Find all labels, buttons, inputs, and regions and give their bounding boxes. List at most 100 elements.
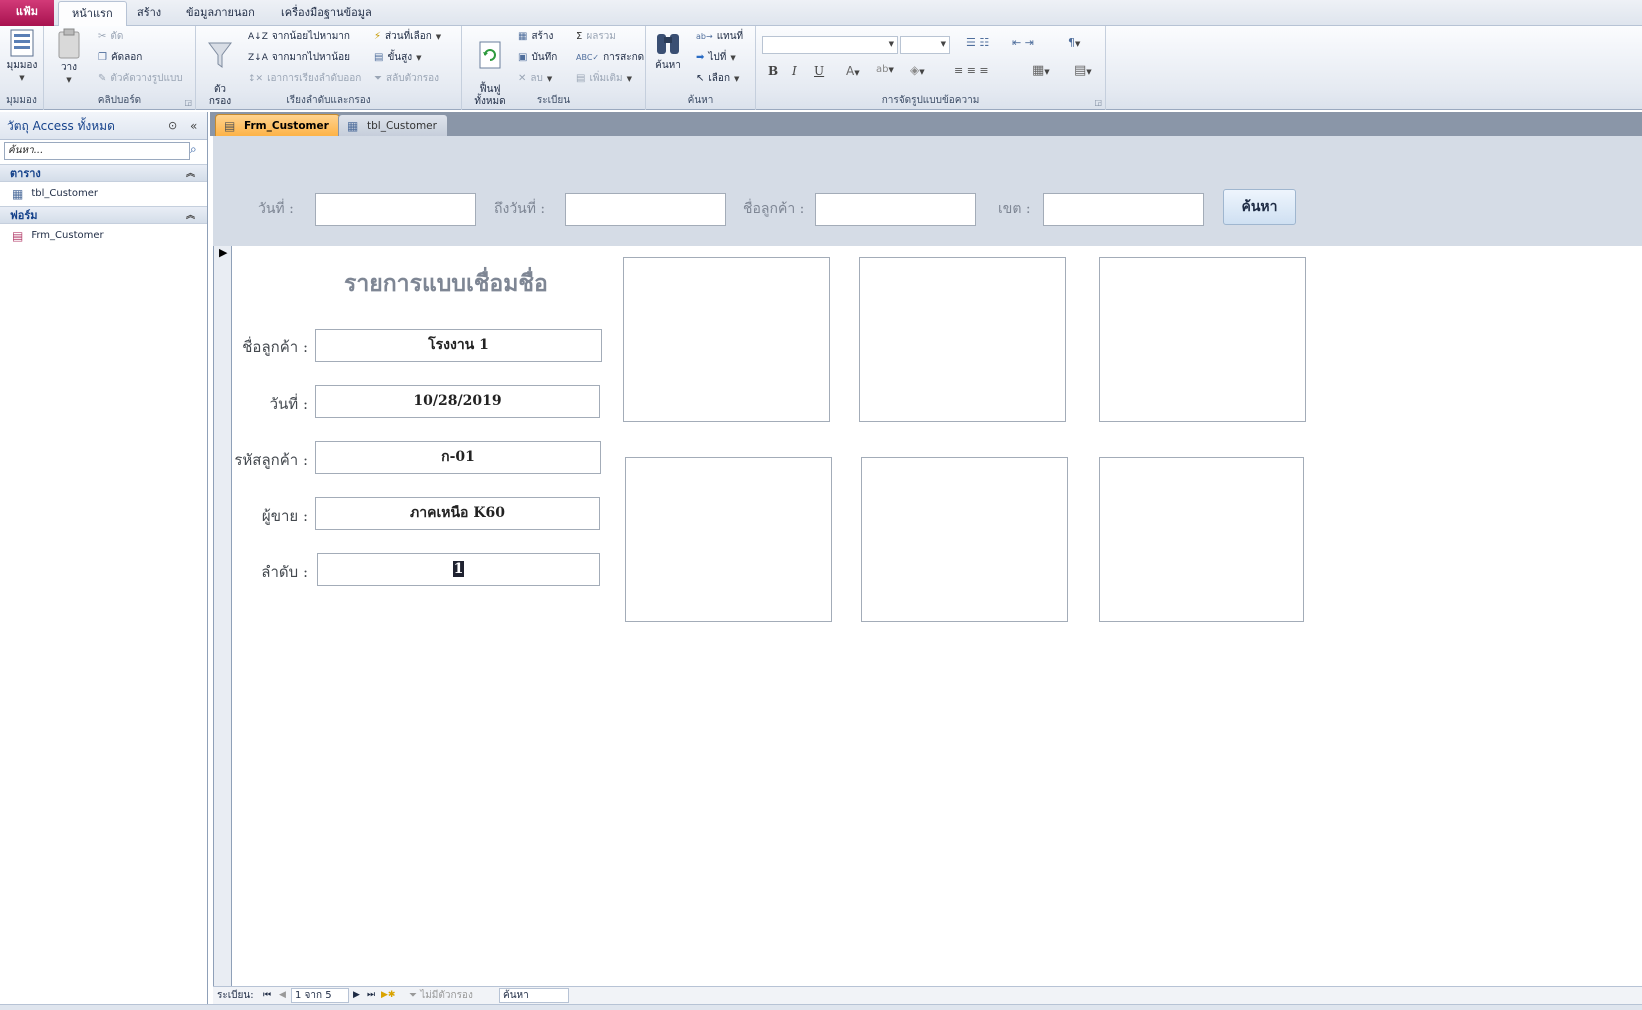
goto-button[interactable]: ➡ ไปที่ ▼ — [696, 48, 736, 68]
totals-button[interactable]: Σ ผลรวม — [576, 27, 616, 47]
collapse-pane-icon[interactable]: « — [190, 112, 197, 140]
no-filter-button[interactable]: ⏷ ไม่มีตัวกรอง — [409, 987, 473, 1004]
sort-ascending-icon: A↓Z — [248, 32, 268, 42]
scissors-icon: ✂ — [98, 31, 107, 42]
italic-button[interactable]: I — [792, 64, 797, 78]
last-record-icon[interactable]: ⏭ — [367, 987, 375, 1004]
delete-record-button[interactable]: ✕ ลบ ▼ — [518, 69, 552, 89]
text-formatting-launcher-icon[interactable]: ◲ — [1094, 98, 1102, 107]
selection-label: ส่วนที่เลือก — [385, 31, 432, 42]
tab-create[interactable]: สร้าง — [124, 1, 174, 26]
clipboard-launcher-icon[interactable]: ◲ — [184, 98, 192, 107]
nav-group-tables[interactable]: ตาราง ︽ — [0, 164, 207, 182]
previous-record-icon[interactable]: ◀ — [279, 987, 286, 1004]
sequence-field[interactable]: 1 — [317, 553, 600, 586]
delete-record-label: ลบ — [530, 73, 543, 84]
doc-tab-tbl-customer[interactable]: ▦ tbl_Customer — [338, 114, 448, 136]
highlight-icon[interactable]: ab▼ — [876, 64, 894, 75]
header-date-input[interactable] — [315, 193, 476, 226]
nav-group-tables-label: ตาราง — [10, 167, 41, 180]
copy-button[interactable]: ❐ คัดลอก — [98, 48, 142, 68]
nav-group-forms[interactable]: ฟอร์ม ︽ — [0, 206, 207, 224]
bold-button[interactable]: B — [768, 64, 778, 78]
search-button[interactable]: ค้นหา — [1223, 189, 1296, 225]
view-icon — [10, 29, 34, 57]
nav-pane-header[interactable]: วัตถุ Access ทั้งหมด ⊙ « — [0, 112, 207, 140]
nav-search-input[interactable]: ค้นหา... — [4, 142, 190, 160]
group-label-records: ระเบียน — [536, 95, 571, 106]
save-record-button[interactable]: ▣ บันทึก — [518, 48, 557, 68]
spelling-button[interactable]: ABC✓ การสะกด — [576, 48, 644, 68]
tab-external-data[interactable]: ข้อมูลภายนอก — [173, 1, 268, 26]
salesperson-label: ผู้ขาย : — [261, 507, 308, 525]
underline-button[interactable]: U — [814, 64, 824, 78]
customer-code-field[interactable]: ก-01 — [315, 441, 601, 474]
remove-sort-button[interactable]: ↕✕ เอาการเรียงลำดับออก — [248, 69, 361, 89]
alternate-row-color-icon[interactable]: ▤▼ — [1074, 63, 1092, 78]
search-icon[interactable]: ⌕ — [190, 142, 197, 157]
paste-button[interactable]: วาง ▼ — [54, 28, 84, 86]
nav-item-tbl-customer[interactable]: ▦ tbl_Customer — [12, 184, 98, 204]
image-box[interactable] — [1099, 257, 1306, 422]
record-nav-label: ระเบียน: — [217, 990, 254, 1001]
select-button[interactable]: ↖ เลือก ▼ — [696, 69, 739, 89]
find-button[interactable]: ค้นหา — [650, 28, 686, 72]
replace-button[interactable]: ab→ แทนที่ — [696, 27, 743, 47]
totals-label: ผลรวม — [586, 31, 616, 42]
record-position-input[interactable]: 1 จาก 5 — [291, 988, 349, 1003]
view-button[interactable]: มุมมอง ▼ — [2, 28, 42, 84]
toggle-filter-button[interactable]: ⏷ สลับตัวกรอง — [374, 69, 439, 89]
refresh-icon — [479, 41, 501, 69]
doc-tab-frm-customer[interactable]: ▤ Frm_Customer — [215, 114, 340, 136]
sequence-label: ลำดับ : — [261, 563, 308, 581]
selection-button[interactable]: ⚡ ส่วนที่เลือก ▼ — [374, 27, 441, 47]
tab-file[interactable]: แฟ้ม — [0, 0, 54, 26]
header-zone-label: เขต : — [998, 201, 1031, 217]
font-color-icon[interactable]: A▼ — [846, 64, 860, 78]
record-selector-bar[interactable]: ▶ — [213, 246, 232, 986]
image-box[interactable] — [859, 257, 1066, 422]
indent-icon[interactable]: ⇤ ⇥ — [1012, 36, 1034, 49]
font-name-select[interactable]: ▼ — [762, 36, 898, 54]
sort-descending-button[interactable]: Z↓A จากมากไปหาน้อย — [248, 48, 350, 68]
paragraph-direction-icon[interactable]: ¶▼ — [1068, 36, 1080, 49]
font-size-select[interactable]: ▼ — [900, 36, 950, 54]
gridlines-icon[interactable]: ▦▼ — [1032, 63, 1050, 78]
form-header — [213, 136, 1642, 246]
new-record-nav-icon[interactable]: ▶✱ — [381, 987, 395, 1004]
sigma-icon: Σ — [576, 31, 583, 42]
salesperson-field[interactable]: ภาคเหนือ K60 — [315, 497, 600, 530]
more-button[interactable]: ▤ เพิ่มเติม ▼ — [576, 69, 632, 89]
next-record-icon[interactable]: ▶ — [353, 987, 360, 1004]
save-icon: ▣ — [518, 52, 528, 63]
group-find: ค้นหา ab→ แทนที่ ➡ ไปที่ ▼ ↖ เลือก ▼ ค้นหา — [646, 26, 756, 110]
record-search-input[interactable]: ค้นหา — [499, 988, 569, 1003]
image-box[interactable] — [1099, 457, 1304, 622]
first-record-icon[interactable]: ⏮ — [263, 987, 271, 1004]
toggle-filter-label: สลับตัวกรอง — [386, 73, 440, 84]
fill-color-icon[interactable]: ◈▼ — [910, 63, 925, 77]
new-record-button[interactable]: ▦ สร้าง — [518, 27, 553, 47]
date-field[interactable]: 10/28/2019 — [315, 385, 600, 418]
image-box[interactable] — [861, 457, 1068, 622]
image-box[interactable] — [623, 257, 830, 422]
header-zone-input[interactable] — [1043, 193, 1204, 226]
bullets-icon[interactable]: ☰ ☷ — [966, 36, 989, 49]
header-customer-input[interactable] — [815, 193, 976, 226]
format-painter-button[interactable]: ✎ ตัวคัดวางรูปแบบ — [98, 69, 183, 89]
sort-descending-label: จากมากไปหาน้อย — [271, 52, 350, 63]
nav-menu-chevron-icon[interactable]: ⊙ — [168, 112, 177, 140]
header-to-date-input[interactable] — [565, 193, 726, 226]
advanced-filter-button[interactable]: ▤ ขั้นสูง ▼ — [374, 48, 422, 68]
current-record-arrow-icon: ▶ — [219, 246, 228, 259]
chevron-up-icon: ︽ — [185, 211, 195, 221]
nav-item-frm-customer[interactable]: ▤ Frm_Customer — [12, 226, 104, 246]
cut-button[interactable]: ✂ ตัด — [98, 27, 123, 47]
customer-name-field[interactable]: โรงงาน 1 — [315, 329, 602, 362]
tab-database-tools[interactable]: เครื่องมือฐานข้อมูล — [268, 1, 385, 26]
image-box[interactable] — [625, 457, 832, 622]
paste-label: วาง — [60, 62, 78, 73]
tab-home[interactable]: หน้าแรก — [58, 1, 127, 26]
sort-ascending-button[interactable]: A↓Z จากน้อยไปหามาก — [248, 27, 350, 47]
align-icons[interactable]: ≡ ≡ ≡ — [954, 64, 989, 77]
